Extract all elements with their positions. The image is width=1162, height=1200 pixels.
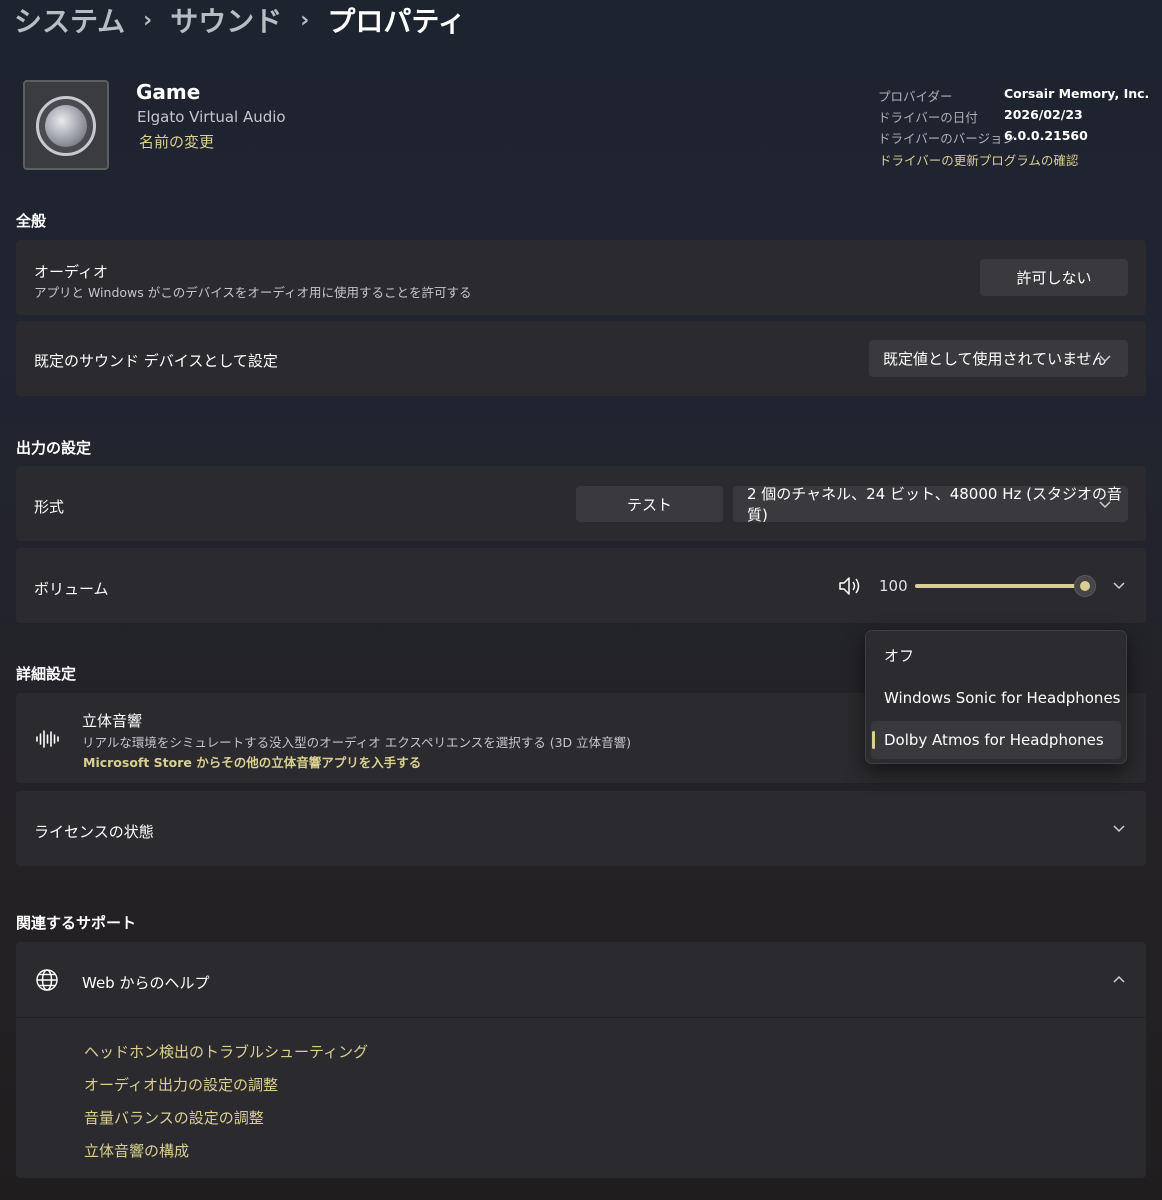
chevron-down-icon[interactable] — [1112, 824, 1126, 833]
device-name: Game — [136, 80, 201, 104]
volume-card: ボリューム 100 — [16, 548, 1146, 623]
rename-link[interactable]: 名前の変更 — [139, 131, 214, 152]
chevron-down-icon — [1099, 355, 1111, 363]
help-link[interactable]: ヘッドホン検出のトラブルシューティング — [84, 1041, 368, 1062]
test-button[interactable]: テスト — [576, 486, 723, 522]
provider-label: プロバイダー — [878, 89, 953, 104]
chevron-right-icon: › — [300, 7, 310, 33]
breadcrumb-sound[interactable]: サウンド — [170, 0, 282, 40]
volume-slider-thumb[interactable] — [1074, 575, 1096, 597]
output-heading: 出力の設定 — [16, 439, 92, 457]
default-device-title: 既定のサウンド デバイスとして設定 — [34, 352, 278, 370]
audio-description: アプリと Windows がこのデバイスをオーディオ用に使用することを許可する — [34, 285, 472, 300]
volume-slider-fill — [915, 584, 1085, 588]
support-heading: 関連するサポート — [16, 914, 137, 932]
format-dropdown[interactable]: 2 個のチャネル、24 ビット、48000 Hz (スタジオの音質) — [733, 485, 1128, 524]
speaker-volume-icon[interactable] — [838, 575, 864, 597]
format-value: 2 個のチャネル、24 ビット、48000 Hz (スタジオの音質) — [747, 485, 1122, 524]
web-help-title: Web からのヘルプ — [82, 974, 210, 992]
license-card[interactable]: ライセンスの状態 — [16, 791, 1146, 866]
driver-update-link[interactable]: ドライバーの更新プログラムの確認 — [879, 150, 1078, 169]
help-link[interactable]: 音量バランスの設定の調整 — [84, 1107, 264, 1128]
breadcrumb-system[interactable]: システム — [14, 0, 125, 40]
chevron-up-icon[interactable] — [1112, 975, 1126, 984]
globe-icon — [36, 969, 58, 991]
volume-value: 100 — [879, 577, 908, 595]
spatial-sound-description: リアルな環境をシミュレートする没入型のオーディオ エクスペリエンスを選択する (… — [82, 735, 632, 750]
chevron-down-icon — [1099, 501, 1111, 509]
disallow-button[interactable]: 許可しない — [980, 259, 1128, 296]
page-title: プロパティ — [327, 5, 466, 38]
spatial-option-windows-sonic[interactable]: Windows Sonic for Headphones — [871, 679, 1121, 717]
chevron-right-icon: › — [143, 7, 153, 33]
general-heading: 全般 — [16, 212, 47, 230]
waveform-icon — [36, 730, 59, 748]
device-subtitle: Elgato Virtual Audio — [137, 108, 286, 126]
driver-date-label: ドライバーの日付 — [878, 110, 978, 125]
spatial-sound-menu: オフ Windows Sonic for Headphones Dolby At… — [865, 630, 1127, 764]
audio-title: オーディオ — [34, 263, 108, 281]
spatial-option-dolby-atmos[interactable]: Dolby Atmos for Headphones — [871, 721, 1121, 759]
selection-indicator — [872, 731, 875, 749]
driver-version-label: ドライバーのバージョン — [878, 131, 1016, 146]
help-link[interactable]: オーディオ出力の設定の調整 — [84, 1074, 278, 1095]
help-link[interactable]: 立体音響の構成 — [84, 1140, 189, 1161]
speaker-icon — [23, 80, 109, 170]
spatial-sound-title: 立体音響 — [82, 712, 143, 730]
default-device-dropdown[interactable]: 既定値として使用されていません — [869, 340, 1128, 377]
breadcrumb: システム › サウンド › プロパティ — [14, 0, 466, 40]
advanced-heading: 詳細設定 — [16, 665, 77, 683]
web-help-body: ヘッドホン検出のトラブルシューティング オーディオ出力の設定の調整 音量バランス… — [16, 1018, 1146, 1178]
chevron-down-icon[interactable] — [1112, 581, 1126, 590]
format-card: 形式 テスト 2 個のチャネル、24 ビット、48000 Hz (スタジオの音質… — [16, 466, 1146, 541]
spatial-store-link[interactable]: Microsoft Store からその他の立体音響アプリを入手する — [83, 752, 421, 771]
audio-card: オーディオ アプリと Windows がこのデバイスをオーディオ用に使用すること… — [16, 240, 1146, 315]
driver-version-value: 6.0.0.21560 — [1004, 128, 1088, 143]
default-device-value: 既定値として使用されていません — [883, 350, 1107, 368]
web-help-header[interactable]: Web からのヘルプ — [16, 942, 1146, 1017]
format-title: 形式 — [34, 498, 65, 516]
license-title: ライセンスの状態 — [34, 823, 154, 841]
volume-title: ボリューム — [34, 580, 109, 598]
provider-value: Corsair Memory, Inc. — [1004, 86, 1150, 101]
driver-date-value: 2026/02/23 — [1004, 107, 1083, 122]
spatial-option-off[interactable]: オフ — [871, 636, 1121, 674]
default-device-card: 既定のサウンド デバイスとして設定 既定値として使用されていません — [16, 321, 1146, 396]
